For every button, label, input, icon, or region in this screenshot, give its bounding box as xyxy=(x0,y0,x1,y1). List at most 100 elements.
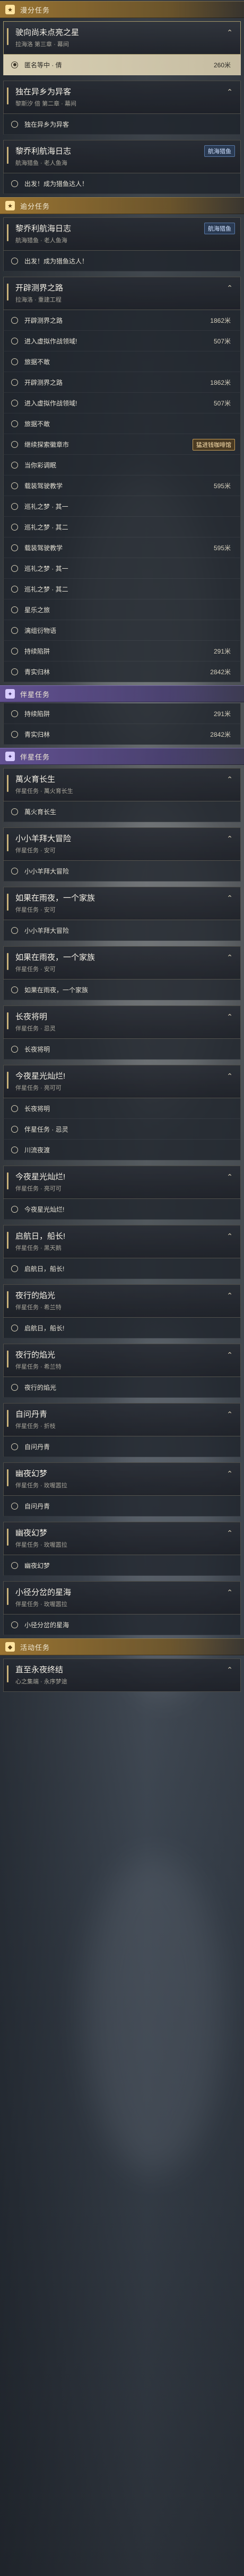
quest-card[interactable]: 夜行的焰光 伴星任务 · 希兰特 ⌃ xyxy=(3,1284,241,1318)
task-row[interactable]: 独在异乡为异客 xyxy=(3,114,241,135)
task-radio-icon[interactable] xyxy=(11,257,18,264)
quest-card[interactable]: 驶向尚未点亮之星 拉海洛 第三章 · 幕间 ⌃ xyxy=(3,21,241,55)
collapse-icon[interactable]: ⌃ xyxy=(226,834,233,843)
quest-card[interactable]: 长夜将明 伴星任务 · 忌灵 ⌃ xyxy=(3,1005,241,1039)
task-row[interactable]: 幽夜幻梦 xyxy=(3,1555,241,1576)
task-row[interactable]: 长夜将明 xyxy=(3,1098,241,1119)
collapse-icon[interactable]: ⌃ xyxy=(226,1351,233,1360)
task-radio-icon[interactable] xyxy=(11,316,18,324)
collapse-icon[interactable]: ⌃ xyxy=(226,28,233,37)
task-row[interactable]: 小径分岔的星海 xyxy=(3,1615,241,1635)
task-row[interactable]: 青实归林 2842米 xyxy=(3,724,241,745)
task-radio-icon[interactable] xyxy=(11,808,18,815)
task-radio-icon[interactable] xyxy=(11,544,18,551)
task-radio-icon[interactable] xyxy=(11,523,18,531)
quest-card[interactable]: 小小羊拜大冒险 伴星任务 · 安可 ⌃ xyxy=(3,827,241,861)
task-radio-icon[interactable] xyxy=(11,1621,18,1628)
task-row[interactable]: 持续陷阱 291米 xyxy=(3,641,241,661)
collapse-icon[interactable]: ⌃ xyxy=(226,1665,233,1674)
task-row[interactable]: 巡礼之梦 · 其二 xyxy=(3,579,241,599)
quest-card[interactable]: 小径分岔的星海 伴星任务 · 玫喔嚣拉 ⌃ xyxy=(3,1581,241,1615)
task-row[interactable]: 开辟测界之路 1862米 xyxy=(3,372,241,393)
task-radio-icon[interactable] xyxy=(11,1502,18,1510)
task-row[interactable]: 持续陷阱 291米 xyxy=(3,703,241,724)
collapse-icon[interactable]: ⌃ xyxy=(226,284,233,293)
collapse-icon[interactable]: ⌃ xyxy=(226,953,233,962)
task-radio-icon[interactable] xyxy=(11,927,18,934)
task-radio-icon[interactable] xyxy=(11,1125,18,1133)
task-row[interactable]: 开辟测界之路 1862米 xyxy=(3,310,241,331)
quest-card[interactable]: 夜行的焰光 伴星任务 · 希兰特 ⌃ xyxy=(3,1344,241,1377)
task-row[interactable]: 载装驾驶教学 595米 xyxy=(3,475,241,496)
task-radio-icon[interactable] xyxy=(11,1443,18,1450)
quest-card[interactable]: 启航日，船长! 伴星任务 · 黑天鹅 ⌃ xyxy=(3,1225,241,1258)
task-radio-icon[interactable] xyxy=(11,61,18,68)
task-row[interactable]: 青实归林 2842米 xyxy=(3,661,241,682)
task-radio-icon[interactable] xyxy=(11,358,18,365)
quest-card[interactable]: 今夜星光灿烂! 伴星任务 · 亮可可 ⌃ xyxy=(3,1065,241,1098)
task-radio-icon[interactable] xyxy=(11,668,18,675)
task-radio-icon[interactable] xyxy=(11,337,18,345)
task-radio-icon[interactable] xyxy=(11,1383,18,1391)
task-row[interactable]: 出发！成为猎鱼达人！ xyxy=(3,173,241,194)
task-row[interactable]: 今夜星光灿烂! xyxy=(3,1199,241,1220)
task-radio-icon[interactable] xyxy=(11,461,18,469)
task-row[interactable]: 出发！成为猎鱼达人！ xyxy=(3,251,241,271)
quest-card[interactable]: 幽夜幻梦 伴星任务 · 玫喔嚣拉 ⌃ xyxy=(3,1462,241,1496)
task-row[interactable]: 长夜将明 xyxy=(3,1039,241,1060)
collapse-icon[interactable]: ⌃ xyxy=(226,1410,233,1419)
quest-card[interactable]: 独在异乡为异客 黎斯汐 倍 第二章 · 幕间 ⌃ xyxy=(3,81,241,114)
task-radio-icon[interactable] xyxy=(11,1324,18,1331)
section-header[interactable]: ★ 漫分任务 xyxy=(0,1,244,18)
collapse-icon[interactable]: ⌃ xyxy=(226,1232,233,1241)
quest-card[interactable]: 直至永夜终结 心之集端 · 永序梦途 ⌃ xyxy=(3,1658,241,1692)
task-row[interactable]: 夜行的焰光 xyxy=(3,1377,241,1398)
quest-card[interactable]: 如果在雨夜，一个家族 伴星任务 · 安可 ⌃ xyxy=(3,946,241,980)
task-row[interactable]: 旅据不敢 xyxy=(3,351,241,372)
task-row[interactable]: 匿名等中 · 倩 260米 xyxy=(3,55,241,75)
task-row[interactable]: 漓组衍物语 xyxy=(3,620,241,641)
section-header[interactable]: ★ 逾分任务 xyxy=(0,197,244,214)
collapse-icon[interactable]: ⌃ xyxy=(226,1469,233,1478)
task-row[interactable]: 巡礼之梦 · 其一 xyxy=(3,496,241,517)
task-row[interactable]: 川流夜渡 xyxy=(3,1140,241,1160)
task-radio-icon[interactable] xyxy=(11,482,18,489)
task-row[interactable]: 如果在雨夜，一个家族 xyxy=(3,980,241,1000)
task-radio-icon[interactable] xyxy=(11,1265,18,1272)
task-radio-icon[interactable] xyxy=(11,585,18,593)
task-row[interactable]: 星乐之旅 xyxy=(3,599,241,620)
task-row[interactable]: 巡礼之梦 · 其一 xyxy=(3,558,241,579)
section-header[interactable]: ✦ 伴星任务 xyxy=(0,685,244,702)
task-radio-icon[interactable] xyxy=(11,502,18,510)
task-radio-icon[interactable] xyxy=(11,399,18,407)
task-radio-icon[interactable] xyxy=(11,378,18,386)
task-radio-icon[interactable] xyxy=(11,120,18,128)
task-radio-icon[interactable] xyxy=(11,1045,18,1053)
task-radio-icon[interactable] xyxy=(11,1205,18,1213)
collapse-icon[interactable]: ⌃ xyxy=(226,1172,233,1181)
task-row[interactable]: 当你彩调眠 xyxy=(3,455,241,475)
collapse-icon[interactable]: ⌃ xyxy=(226,1588,233,1597)
quest-card[interactable]: 自问丹青 伴星任务 · 折枝 ⌃ xyxy=(3,1403,241,1436)
task-radio-icon[interactable] xyxy=(11,1146,18,1153)
task-row[interactable]: 小小羊拜大冒险 xyxy=(3,920,241,941)
quest-card[interactable]: 黎乔利航海日志航海猎鱼 · 老人鱼海⌃航海猎鱼 xyxy=(3,217,241,251)
collapse-icon[interactable]: ⌃ xyxy=(226,775,233,784)
section-header[interactable]: ✦ 伴星任务 xyxy=(0,748,244,765)
task-radio-icon[interactable] xyxy=(11,180,18,187)
task-row[interactable]: 巡礼之梦 · 其二 xyxy=(3,517,241,537)
task-row[interactable]: 萬火育长生 xyxy=(3,801,241,822)
collapse-icon[interactable]: ⌃ xyxy=(226,894,233,903)
quest-card[interactable]: 萬火育长生 伴星任务 · 萬火育长生 ⌃ xyxy=(3,768,241,801)
task-radio-icon[interactable] xyxy=(11,986,18,993)
section-header[interactable]: ◆ 活动任务 xyxy=(0,1638,244,1655)
task-radio-icon[interactable] xyxy=(11,564,18,572)
task-row[interactable]: 旅据不敢 xyxy=(3,413,241,434)
task-row[interactable]: 启航日，船长! xyxy=(3,1318,241,1338)
task-radio-icon[interactable] xyxy=(11,440,18,448)
collapse-icon[interactable]: ⌃ xyxy=(226,1072,233,1081)
collapse-icon[interactable]: ⌃ xyxy=(226,1291,233,1300)
task-row[interactable]: 进入虚拟作战领域! 507米 xyxy=(3,393,241,413)
quest-card[interactable]: 今夜星光灿烂! 伴星任务 · 亮可可 ⌃ xyxy=(3,1166,241,1199)
quest-card[interactable]: 幽夜幻梦 伴星任务 · 玫喔嚣拉 ⌃ xyxy=(3,1522,241,1555)
